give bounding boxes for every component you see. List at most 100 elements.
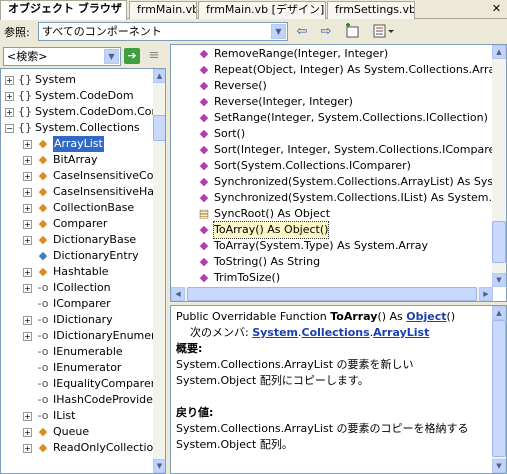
method-icon: ◆ [199,47,209,60]
member-item[interactable]: ◆ ToArray(System.Type) As System.Array [171,238,506,254]
scroll-left-icon[interactable]: ◀ [171,287,185,301]
expand-icon[interactable]: + [5,92,14,101]
member-item[interactable]: ▤ SyncRoot() As Object [171,206,506,222]
tree-item[interactable]: + ◆ CollectionBase [1,200,165,216]
tree-item[interactable]: + -o ICollection [1,280,165,296]
objects-tree[interactable]: +{} System +{} System.CodeDom +{} System.Code… [0,68,166,474]
expand-icon[interactable]: + [23,236,32,245]
tree-item[interactable]: + -o IList [1,408,165,424]
namespace-link-system[interactable]: System [252,326,298,339]
scroll-right-icon[interactable]: ▶ [479,287,493,301]
expand-icon[interactable]: + [23,188,32,197]
tree-item[interactable]: + ◆ DictionaryBase [1,232,165,248]
member-item[interactable]: ◆ Reverse(Integer, Integer) [171,94,506,110]
member-item[interactable]: ◆ TrimToSize() [171,270,506,286]
members-vertical-scrollbar[interactable]: ▲ ▼ [492,45,506,287]
tree-item[interactable]: -o IEnumerator [1,360,165,376]
tab-frmmain-design[interactable]: frmMain.vb [デザイン] [198,1,326,19]
tab-frmmain-code[interactable]: frmMain.vb [129,1,197,19]
members-hscroll-thumb[interactable] [187,287,477,301]
expand-icon[interactable]: + [23,140,32,149]
collapse-icon[interactable]: − [5,124,14,133]
clear-search-icon[interactable]: ≡ [146,48,162,64]
tree-item[interactable]: + -o IDictionaryEnumer [1,328,165,344]
tree-item[interactable]: + {} System.CodeDom [1,88,165,104]
scroll-up-icon[interactable]: ▲ [492,45,506,59]
member-item[interactable]: ◆ RemoveRange(Integer, Integer) [171,46,506,62]
member-item[interactable]: ◆ ToArray() As Object() [171,221,506,239]
tree-item[interactable]: + ◆ Queue [1,424,165,440]
tree-item[interactable]: + -o IDictionary [1,312,165,328]
tree-item[interactable]: ◆ DictionaryEntry [1,248,165,264]
tree-item-label: System.CodeDom [35,89,134,102]
member-item[interactable]: ◆ Synchronized(System.Collections.IList) … [171,190,506,206]
tree-item[interactable]: -o IEnumerable [1,344,165,360]
scroll-down-icon[interactable]: ▼ [492,459,506,473]
expand-icon[interactable]: + [23,284,32,293]
namespace-link-collections[interactable]: Collections [302,326,370,339]
tree-scroll-thumb[interactable] [153,115,165,141]
member-item[interactable]: ◆ ToString() As String [171,254,506,270]
scroll-up-icon[interactable]: ▲ [153,69,165,83]
expand-icon[interactable]: + [23,204,32,213]
expand-icon[interactable]: + [23,316,32,325]
member-item[interactable]: ◆ Repeat(Object, Integer) As System.Colle… [171,62,506,78]
tree-item[interactable]: + ◆ Hashtable [1,264,165,280]
tree-item[interactable]: −{} System.Collections [1,120,165,136]
description-vertical-scrollbar[interactable]: ▲ ▼ [492,306,506,473]
browse-scope-select[interactable]: すべてのコンポーネント ▼ [38,22,288,41]
tree-item[interactable]: + ◆ BitArray [1,152,165,168]
back-arrow-icon[interactable]: ⇦ [292,23,312,41]
tree-item[interactable]: -o IComparer [1,296,165,312]
member-item[interactable]: ◆ Reverse() [171,78,506,94]
expand-icon[interactable]: + [23,268,32,277]
forward-arrow-icon[interactable]: ⇨ [316,23,336,41]
close-tab-icon[interactable]: ✕ [490,3,503,16]
expand-icon[interactable]: + [23,412,32,421]
tree-item[interactable]: + {} System [1,72,165,88]
member-item[interactable]: ◆ Sort(Integer, Integer, System.Collectio… [171,142,506,158]
tree-item[interactable]: + ◆ ArrayList [1,136,165,152]
tree-vertical-scrollbar[interactable]: ▲ ▼ [153,69,165,473]
expand-icon[interactable]: + [23,332,32,341]
chevron-down-icon[interactable]: ▼ [271,24,286,39]
class-link-arraylist[interactable]: ArrayList [373,326,429,339]
scroll-down-icon[interactable]: ▼ [492,273,506,287]
add-reference-icon[interactable] [342,23,362,41]
expand-icon[interactable]: + [23,156,32,165]
member-item[interactable]: ◆ Sort() [171,126,506,142]
tree-item[interactable]: -o IHashCodeProvide [1,392,165,408]
expand-icon[interactable]: + [5,108,14,117]
settings-icon[interactable] [372,23,394,41]
tab-object-browser[interactable]: オブジェクト ブラウザ [0,0,127,20]
member-item[interactable]: ◆ Synchronized(System.Collections.ArrayLi… [171,174,506,190]
tree-item-label: DictionaryBase [53,233,137,246]
members-scroll-thumb[interactable] [492,221,506,263]
namespace-icon: {} [18,105,32,118]
tree-item[interactable]: + ◆ ReadOnlyCollectio [1,440,165,456]
scroll-down-icon[interactable]: ▼ [153,459,165,473]
search-input[interactable]: <検索> ▼ [3,47,121,66]
expand-icon[interactable]: + [5,76,14,85]
search-go-icon[interactable]: ➔ [124,48,140,64]
tree-item[interactable]: + ◆ CaseInsensitiveHa [1,184,165,200]
tree-item[interactable]: -o IEqualityComparer [1,376,165,392]
method-icon: ◆ [199,271,209,284]
member-item[interactable]: ◆ Sort(System.Collections.IComparer) [171,158,506,174]
description-scroll-thumb[interactable] [492,320,506,457]
member-item[interactable]: ◆ SetRange(Integer, System.Collections.IC… [171,110,506,126]
chevron-down-icon[interactable]: ▼ [104,49,119,64]
expand-icon[interactable]: + [23,172,32,181]
members-horizontal-scrollbar[interactable]: ◀ ▶ [171,287,493,301]
tree-item-label: IList [53,409,76,422]
scroll-up-icon[interactable]: ▲ [492,306,506,320]
expand-icon[interactable]: + [23,428,32,437]
tree-item[interactable]: + ◆ Comparer [1,216,165,232]
tree-item[interactable]: + ◆ CaseInsensitiveCo [1,168,165,184]
members-list[interactable]: ◆ RemoveRange(Integer, Integer) ◆ Repeat(Ob… [170,44,507,302]
tree-item[interactable]: + {} System.CodeDom.Com [1,104,165,120]
return-type-link[interactable]: Object [406,310,446,323]
expand-icon[interactable]: + [23,444,32,453]
tab-frmsettings[interactable]: frmSettings.vb [327,1,415,19]
expand-icon[interactable]: + [23,220,32,229]
